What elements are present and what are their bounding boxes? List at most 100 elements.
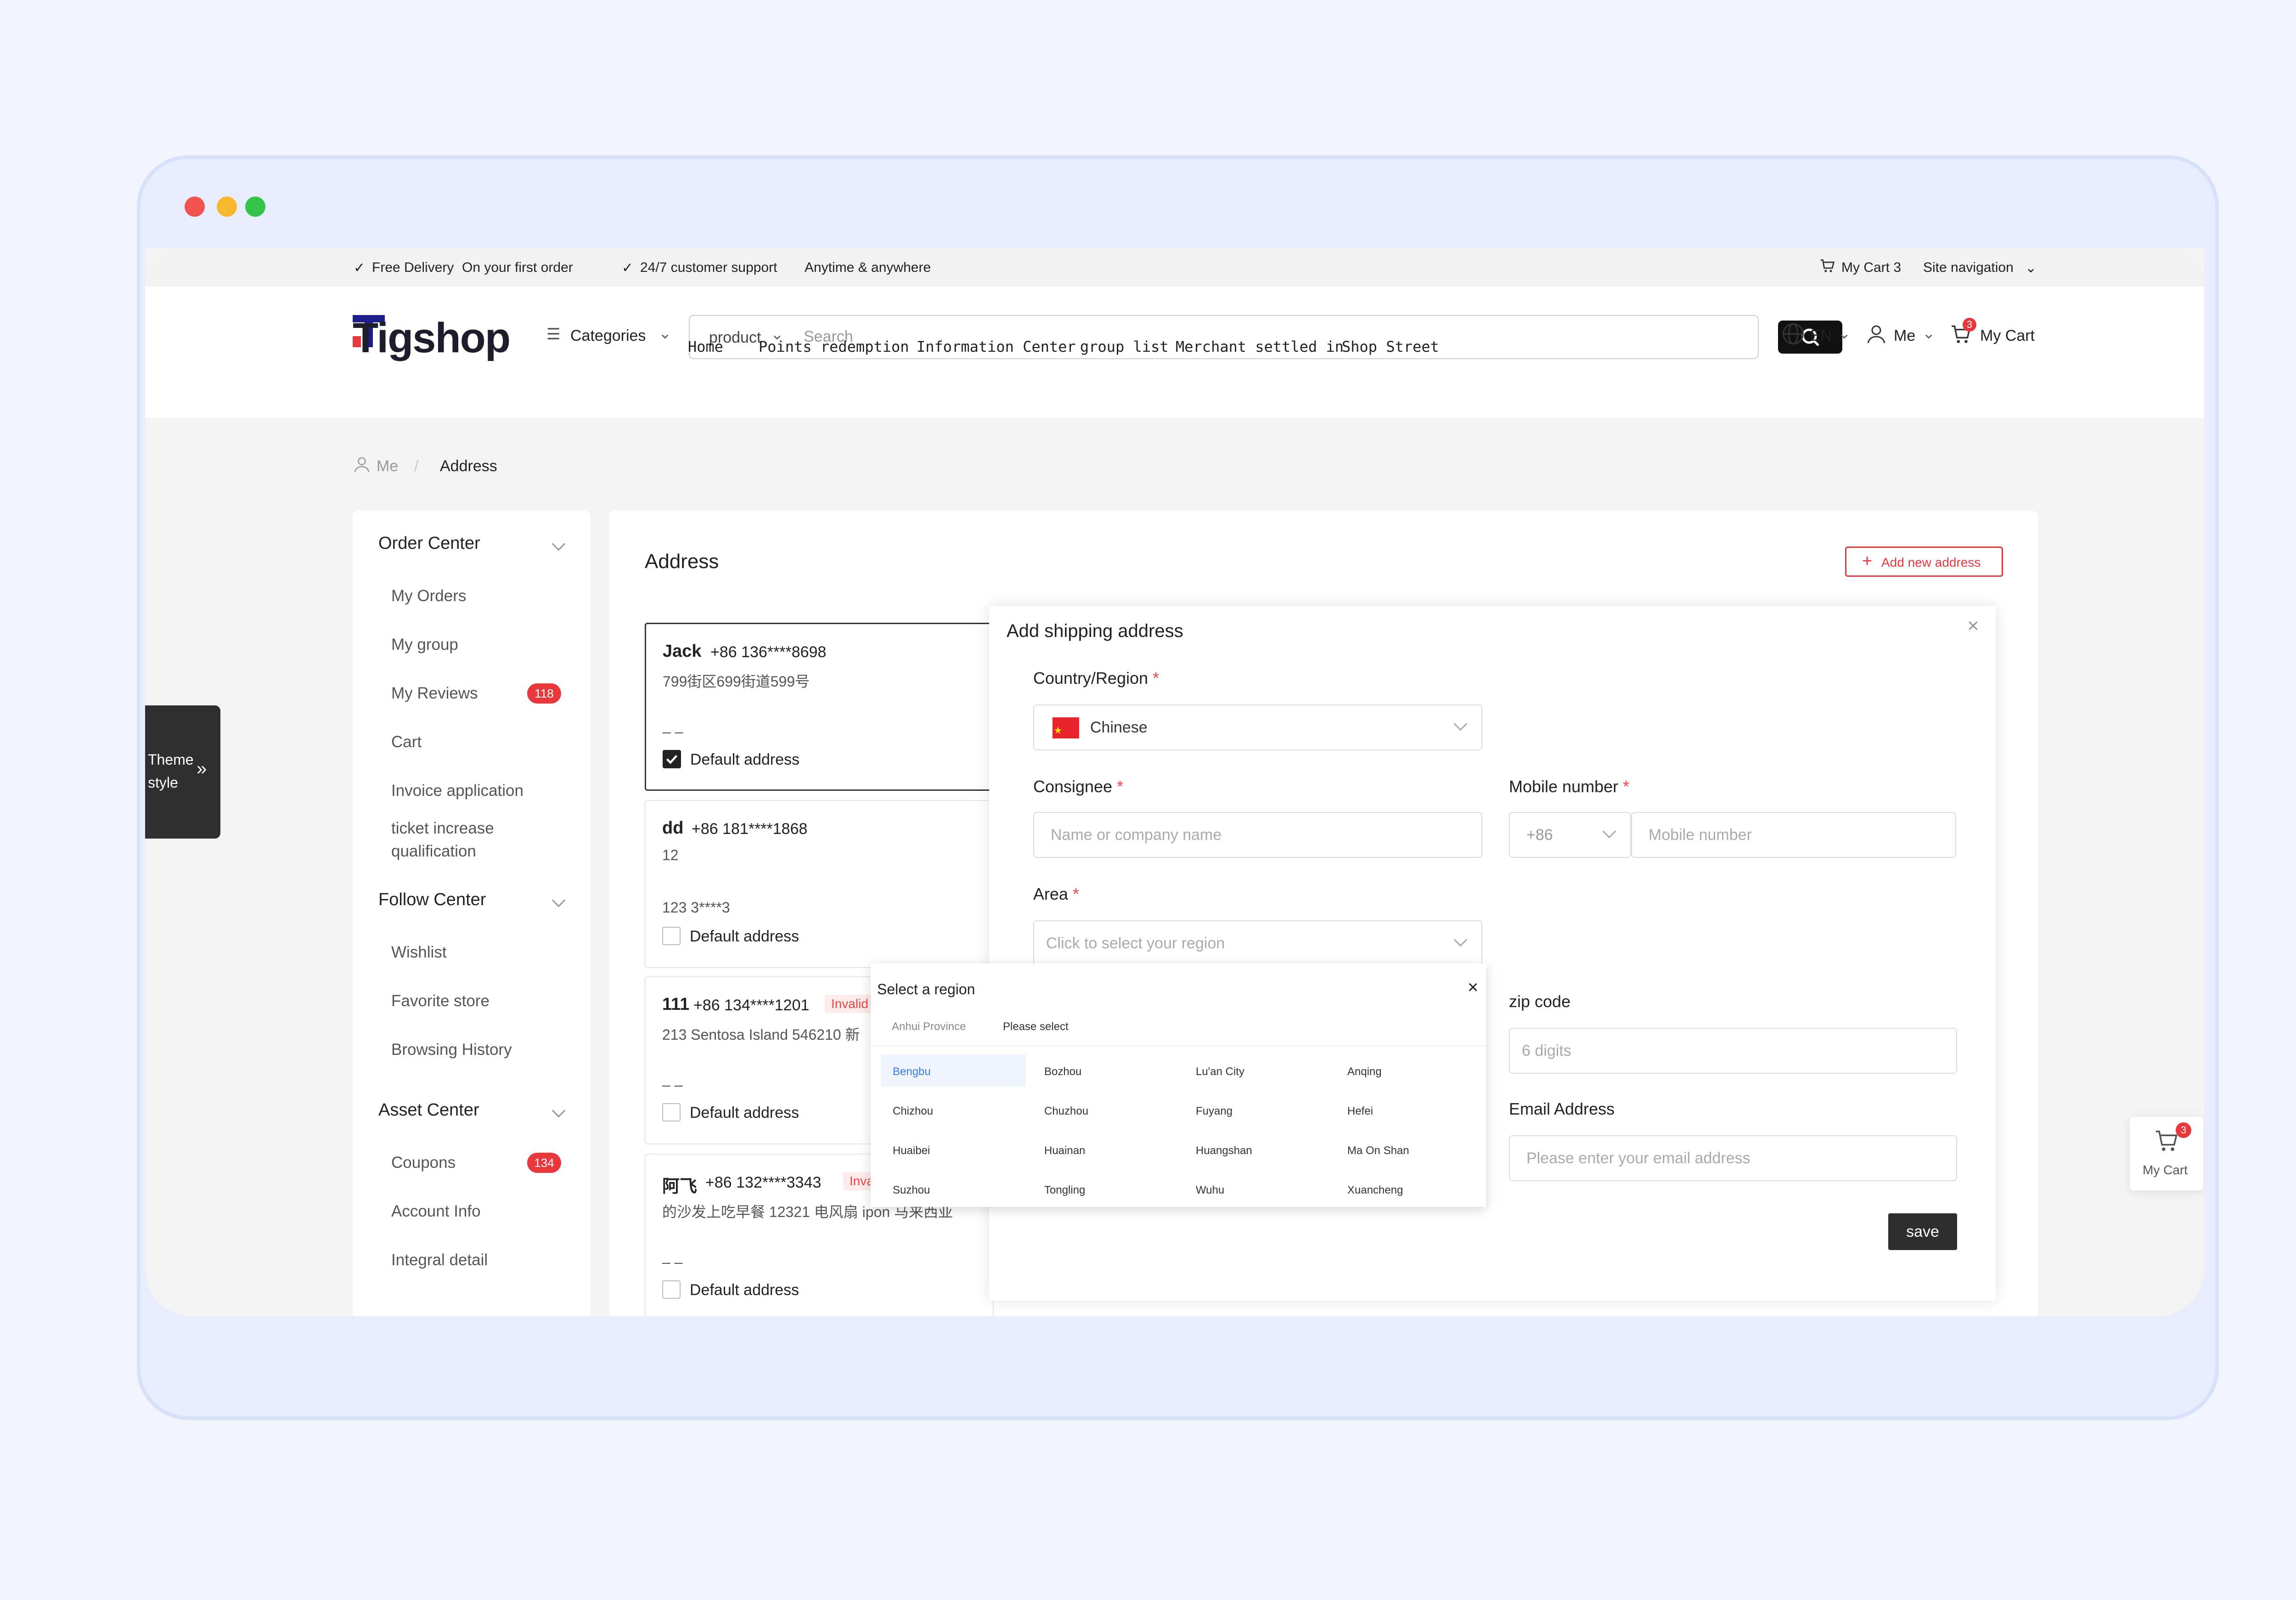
window-close-dot[interactable] bbox=[185, 197, 205, 217]
email-field[interactable]: Please enter your email address bbox=[1509, 1135, 1957, 1181]
default-address-checkbox[interactable] bbox=[662, 1103, 681, 1121]
theme-toggle-label: Theme bbox=[148, 751, 194, 768]
default-address-label: Default address bbox=[690, 1281, 799, 1299]
chevron-down-icon: ⌄ bbox=[658, 325, 672, 342]
sidebar-section-follow-center[interactable]: Follow Center bbox=[378, 890, 486, 910]
sidebar-section-asset-center[interactable]: Asset Center bbox=[378, 1100, 479, 1120]
sidebar-item-coupons[interactable]: Coupons bbox=[391, 1154, 456, 1172]
sidebar-section-order-center[interactable]: Order Center bbox=[378, 534, 480, 553]
city-option[interactable]: Wuhu bbox=[1196, 1184, 1224, 1197]
sidebar-item-my-group[interactable]: My group bbox=[391, 636, 458, 654]
city-option[interactable]: Ma On Shan bbox=[1347, 1144, 1409, 1157]
city-option[interactable]: Huangshan bbox=[1196, 1144, 1252, 1157]
region-tab-province[interactable]: Anhui Province bbox=[892, 1020, 966, 1033]
language-selector[interactable]: EN bbox=[1810, 327, 1832, 345]
address-card[interactable]: Jack +86 136****8698 799街区699街道599号 – – … bbox=[645, 623, 994, 791]
city-option[interactable]: Hefei bbox=[1347, 1105, 1373, 1118]
city-option[interactable]: Lu'an City bbox=[1196, 1065, 1244, 1078]
city-option[interactable]: Bozhou bbox=[1044, 1065, 1081, 1078]
sidebar-item-browsing-history[interactable]: Browsing History bbox=[391, 1041, 512, 1059]
default-address-checkbox[interactable] bbox=[662, 927, 681, 945]
tigshop-logo[interactable]: Tigshop bbox=[353, 310, 527, 361]
chevron-down-icon: ⌄ bbox=[1922, 325, 1936, 342]
sidebar-item-integral-detail[interactable]: Integral detail bbox=[391, 1251, 488, 1269]
chevron-down-icon bbox=[1602, 824, 1616, 839]
double-chevron-right-icon: » bbox=[197, 759, 207, 779]
sidebar-item-invoice-application[interactable]: Invoice application bbox=[391, 782, 523, 800]
country-label: Country/Region * bbox=[1033, 669, 1159, 687]
delivery-title: Free Delivery bbox=[372, 260, 454, 275]
breadcrumb: Me / Address bbox=[353, 455, 628, 478]
address-card[interactable]: dd +86 181****1868 12 123 3****3 Default… bbox=[645, 800, 994, 968]
header-cart-link[interactable]: My Cart bbox=[1980, 327, 2035, 345]
sidebar-item-account-info[interactable]: Account Info bbox=[391, 1202, 481, 1221]
default-address-checkbox[interactable] bbox=[662, 1280, 681, 1299]
theme-toggle-label-2: style bbox=[148, 774, 178, 791]
delivery-subtitle: On your first order bbox=[462, 260, 573, 275]
cart-count-badge: 3 bbox=[1963, 318, 1976, 332]
close-icon[interactable]: × bbox=[1967, 614, 1979, 637]
country-select[interactable]: Chinese bbox=[1033, 704, 1482, 750]
region-tab-city[interactable]: Please select bbox=[1003, 1020, 1069, 1033]
top-cart-link[interactable]: My Cart 3 bbox=[1841, 260, 1901, 276]
breadcrumb-root[interactable]: Me bbox=[377, 457, 398, 475]
city-option[interactable]: Suzhou bbox=[893, 1184, 930, 1197]
hamburger-icon: ☰ bbox=[546, 326, 561, 343]
city-option[interactable]: Fuyang bbox=[1196, 1105, 1232, 1118]
city-option[interactable]: Huainan bbox=[1044, 1144, 1085, 1157]
area-select[interactable]: Click to select your region bbox=[1033, 920, 1482, 966]
sidebar-item-cart[interactable]: Cart bbox=[391, 733, 422, 751]
mobile-number-field[interactable]: Mobile number bbox=[1631, 812, 1956, 858]
nav-points-redemption[interactable]: Points redemption bbox=[759, 338, 909, 355]
area-label: Area * bbox=[1033, 885, 1080, 903]
city-option[interactable]: Huaibei bbox=[893, 1144, 930, 1157]
add-new-address-button[interactable]: + Add new address bbox=[1845, 546, 2003, 577]
default-address-checkbox[interactable] bbox=[663, 750, 681, 768]
sidebar-item-my-orders[interactable]: My Orders bbox=[391, 587, 466, 605]
nav-home[interactable]: Home bbox=[688, 338, 723, 355]
city-option[interactable]: Tongling bbox=[1044, 1184, 1085, 1197]
floating-cart-label: My Cart bbox=[2143, 1163, 2188, 1177]
sidebar-item-ticket-increase[interactable]: ticket increase bbox=[391, 819, 494, 838]
sidebar-item-my-reviews[interactable]: My Reviews bbox=[391, 684, 478, 703]
sidebar-item-wishlist[interactable]: Wishlist bbox=[391, 943, 447, 962]
window-minimize-dot[interactable] bbox=[217, 197, 237, 217]
check-icon: ✓ bbox=[354, 260, 366, 276]
address-text: 799街区699街道599号 bbox=[663, 673, 810, 690]
categories-menu[interactable]: Categories bbox=[570, 327, 646, 345]
cart-count-badge: 3 bbox=[2176, 1122, 2191, 1138]
account-sidebar: Order Center My Orders My group My Revie… bbox=[353, 511, 591, 1316]
consignee-field[interactable]: Name or company name bbox=[1033, 812, 1482, 858]
address-text: 12 bbox=[662, 847, 679, 863]
nav-information-center[interactable]: Information Center bbox=[917, 338, 1076, 355]
consignee-label: Consignee * bbox=[1033, 777, 1124, 796]
sidebar-item-favorite-store[interactable]: Favorite store bbox=[391, 992, 490, 1010]
china-flag-icon bbox=[1052, 717, 1079, 738]
nav-merchant-settled-in[interactable]: Merchant settled in bbox=[1176, 338, 1344, 355]
city-option[interactable]: Anqing bbox=[1347, 1065, 1382, 1078]
close-icon[interactable]: × bbox=[1468, 977, 1478, 998]
reviews-count-badge: 118 bbox=[527, 683, 561, 704]
zip-code-field[interactable]: 6 digits bbox=[1509, 1028, 1957, 1074]
country-code-select[interactable]: +86 bbox=[1509, 812, 1631, 858]
city-option[interactable]: Chuzhou bbox=[1044, 1105, 1088, 1118]
theme-style-toggle[interactable]: Theme style » bbox=[145, 705, 220, 839]
site-navigation-menu[interactable]: Site navigation bbox=[1923, 260, 2014, 276]
consignee-phone: +86 134****1201 bbox=[693, 997, 810, 1014]
me-menu[interactable]: Me bbox=[1894, 327, 1915, 345]
city-option[interactable]: Xuancheng bbox=[1347, 1184, 1403, 1197]
city-option[interactable]: Bengbu bbox=[893, 1065, 931, 1078]
save-button[interactable]: save bbox=[1888, 1213, 1957, 1250]
city-option[interactable]: Chizhou bbox=[893, 1105, 933, 1118]
consignee-name: Jack bbox=[663, 642, 702, 661]
nav-shop-street[interactable]: Shop Street bbox=[1342, 338, 1439, 355]
default-address-label: Default address bbox=[690, 1104, 799, 1121]
window-maximize-dot[interactable] bbox=[245, 197, 265, 217]
region-picker: Select a region × Anhui Province Please … bbox=[871, 963, 1486, 1207]
nav-group-list[interactable]: group list bbox=[1080, 338, 1169, 355]
zip-code-label: zip code bbox=[1509, 992, 1571, 1011]
sidebar-item-qualification[interactable]: qualification bbox=[391, 842, 476, 861]
cart-icon[interactable] bbox=[1818, 257, 1836, 278]
floating-cart-button[interactable]: 3 My Cart bbox=[2130, 1117, 2203, 1190]
chevron-down-icon bbox=[551, 537, 566, 551]
